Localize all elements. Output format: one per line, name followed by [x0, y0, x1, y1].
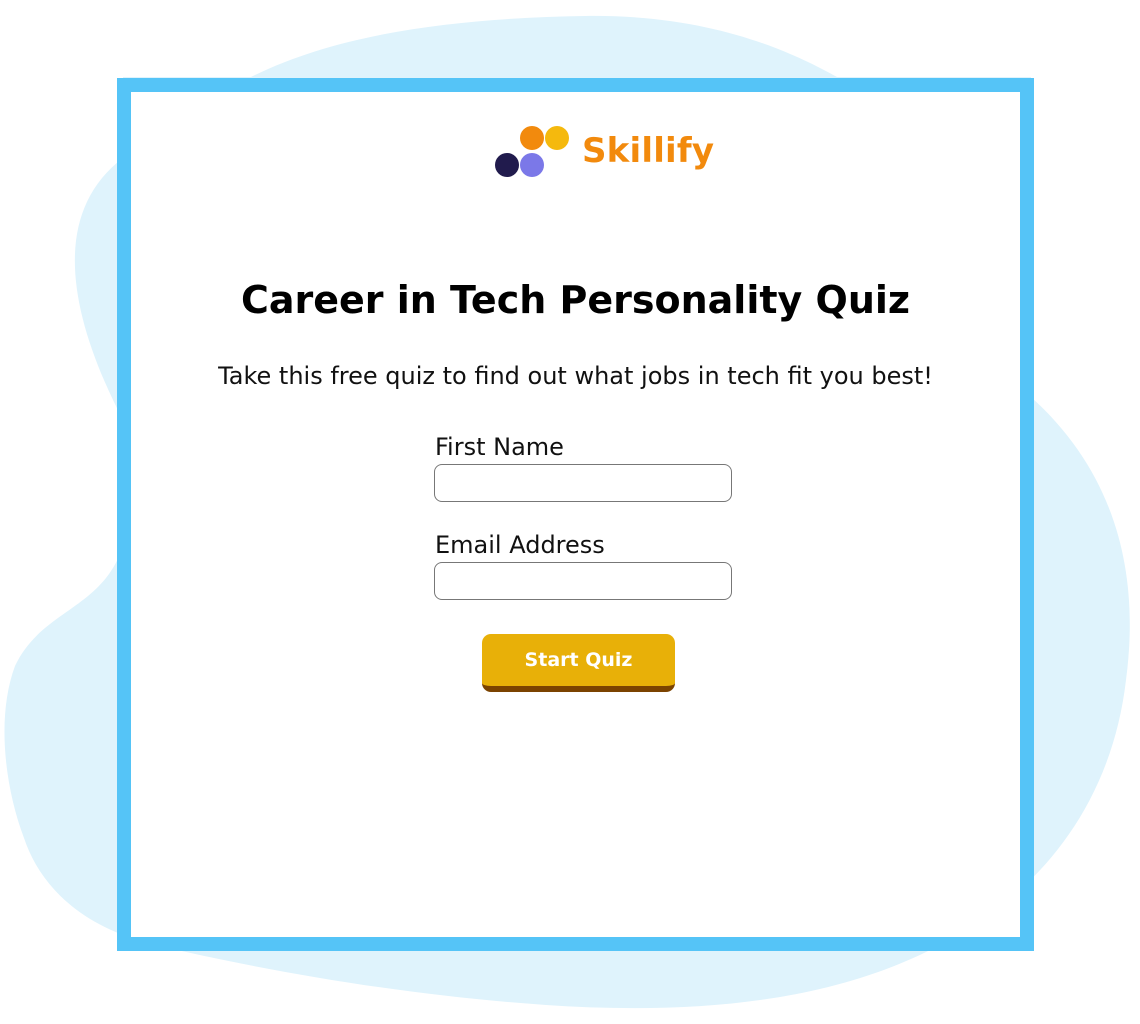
navy-dot-icon — [495, 153, 519, 177]
quiz-signup-page: Skillify Career in Tech Personality Quiz… — [0, 0, 1140, 1024]
orange-dot-icon — [520, 126, 544, 150]
first-name-input[interactable] — [434, 464, 732, 502]
four-dot-logo-icon — [495, 125, 572, 177]
quiz-card: Skillify Career in Tech Personality Quiz… — [117, 78, 1034, 951]
email-address-label: Email Address — [435, 531, 605, 559]
quiz-subtitle: Take this free quiz to find out what job… — [218, 362, 933, 390]
quiz-title: Career in Tech Personality Quiz — [240, 278, 911, 322]
yellow-dot-icon — [545, 126, 569, 150]
brand-lockup: Skillify — [495, 123, 714, 179]
brand-name: Skillify — [582, 131, 715, 171]
email-address-input[interactable] — [434, 562, 732, 600]
first-name-label: First Name — [435, 433, 564, 461]
start-quiz-button[interactable]: Start Quiz — [482, 634, 675, 692]
purple-dot-icon — [520, 153, 544, 177]
